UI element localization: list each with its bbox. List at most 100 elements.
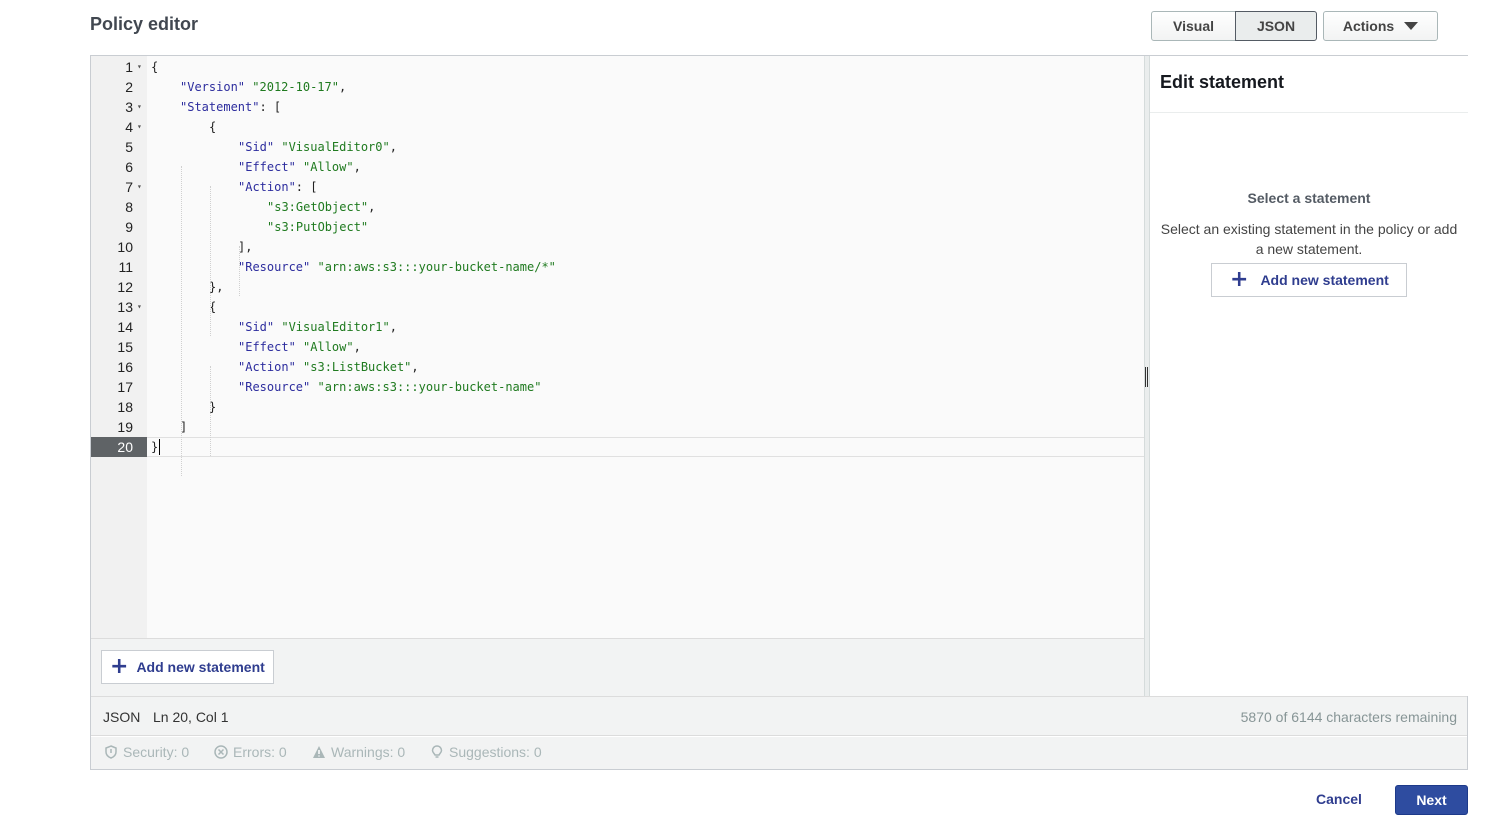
code-line[interactable]: 20} [91,437,1144,457]
json-key: "Sid" [238,140,275,154]
edit-statement-panel: Edit statement Select a statement Select… [1150,56,1468,696]
error-icon [214,745,228,759]
code-punctuation: : [ [259,100,282,114]
code-line[interactable]: 17 "Resource" "arn:aws:s3:::your-bucket-n… [91,377,1144,397]
line-number: 18 [117,399,133,415]
line-number: 5 [125,139,133,155]
code-text: { [151,57,158,77]
code-text: "s3:PutObject" [267,217,368,237]
line-number: 11 [118,259,133,275]
line-number: 2 [125,79,133,95]
code-line[interactable]: 15 "Effect" "Allow", [91,337,1144,357]
line-number: 6 [125,159,133,175]
code-line[interactable]: 19] [91,417,1144,437]
select-statement-heading: Select a statement [1247,190,1371,206]
code-line[interactable]: 4 ▾ { [91,117,1144,137]
line-number: 1 [125,59,133,75]
line-number: 12 [117,279,133,295]
line-number: 4 [125,119,133,135]
line-number: 19 [117,419,133,435]
code-punctuation: : [ [295,180,318,194]
plus-icon: + [1230,267,1249,292]
code-text: "Resource" "arn:aws:s3:::your-bucket-nam… [238,377,541,397]
code-line[interactable]: 13 ▾{ [91,297,1144,317]
warnings-count[interactable]: Warnings: 0 [312,744,405,760]
code-punctuation: , [338,80,347,94]
json-key: "Action" [238,180,296,194]
suggestions-count[interactable]: Suggestions: 0 [430,744,542,760]
code-line[interactable]: 14 "Sid" "VisualEditor1", [91,317,1144,337]
code-line[interactable]: 7 ▾ "Action": [ [91,177,1144,197]
side-add-new-statement-button[interactable]: + Add new statement [1211,263,1407,297]
code-line[interactable]: 16 "Action" "s3:ListBucket", [91,357,1144,377]
editor-bottom-bar: + Add new statement [91,639,1144,696]
active-line-highlight [147,437,1144,457]
add-new-statement-label: Add new statement [1260,272,1389,288]
json-string: "s3:PutObject" [267,220,369,234]
plus-icon: + [110,654,129,679]
json-string: "Allow" [303,340,354,354]
code-line[interactable]: 18} [91,397,1144,417]
code-line[interactable]: 11 "Resource" "arn:aws:s3:::your-bucket-n… [91,257,1144,277]
next-button[interactable]: Next [1395,785,1468,815]
json-key: "Effect" [238,160,296,174]
line-number: 16 [117,359,133,375]
indent-guide [210,366,211,456]
code-text: "Version" "2012-10-17", [180,77,346,97]
code-text: "Statement": [ [180,97,281,117]
fold-toggle-icon[interactable]: ▾ [137,57,142,77]
code-punctuation: , [353,340,361,354]
shield-icon [105,745,117,759]
select-statement-description: Select an existing statement in the poli… [1160,221,1458,257]
code-line[interactable]: 6 "Effect" "Allow", [91,157,1144,177]
line-number: 14 [117,319,133,335]
indent-guide [181,166,182,476]
code-line[interactable]: 5 "Sid" "VisualEditor0", [91,137,1144,157]
code-line[interactable]: 2 "Version" "2012-10-17", [91,77,1144,97]
code-text: "Sid" "VisualEditor1", [238,317,397,337]
status-characters-remaining: 5870 of 6144 characters remaining [1240,709,1457,725]
add-new-statement-button[interactable]: + Add new statement [101,650,274,684]
code-text: "Action" "s3:ListBucket", [238,357,419,377]
code-punctuation [296,160,303,174]
json-tab-button[interactable]: JSON [1235,11,1317,41]
actions-label: Actions [1342,18,1395,34]
fold-toggle-icon[interactable]: ▾ [137,297,142,317]
drag-handle-icon[interactable] [1145,367,1148,387]
code-line[interactable]: 1 ▾ { [91,57,1144,77]
json-key: "Statement" [180,100,260,114]
line-number: 3 [125,99,133,115]
code-punctuation: ], [238,240,253,254]
fold-toggle-icon[interactable]: ▾ [137,117,142,137]
code-line[interactable]: 9 "s3:PutObject" [91,217,1144,237]
code-text: "Effect" "Allow", [238,337,361,357]
actions-dropdown-button[interactable]: Actions [1323,11,1438,41]
warning-icon [313,746,325,758]
json-key: "Version" [180,80,246,94]
code-punctuation: , [368,200,376,214]
fold-toggle-icon[interactable]: ▾ [137,177,142,197]
cancel-button[interactable]: Cancel [1316,791,1362,807]
security-count[interactable]: Security: 0 [104,744,189,760]
code-text: } [151,437,158,457]
warnings-label: Warnings: 0 [331,744,406,760]
json-string: "2012-10-17" [252,80,339,94]
json-string: "arn:aws:s3:::your-bucket-name" [317,380,542,394]
code-line[interactable]: 12}, [91,277,1144,297]
errors-count[interactable]: Errors: 0 [214,744,287,760]
code-punctuation: , [411,360,419,374]
code-punctuation: { [209,120,217,134]
fold-toggle-icon[interactable]: ▾ [137,97,142,117]
code-punctuation [296,360,303,374]
visual-tab-button[interactable]: Visual [1151,11,1236,41]
json-code-editor[interactable]: 1 ▾{2 "Version" "2012-10-17", 3 ▾ "Statement"… [91,56,1144,639]
code-line[interactable]: 3 ▾ "Statement": [ [91,97,1144,117]
code-line[interactable]: 8 "s3:GetObject", [91,197,1144,217]
json-key: "Resource" [238,380,311,394]
policy-editor: 1 ▾{2 "Version" "2012-10-17", 3 ▾ "Statement"… [90,55,1468,770]
text-cursor [159,439,160,455]
line-number: 13 [117,299,133,315]
code-text: "Resource" "arn:aws:s3:::your-bucket-nam… [238,257,556,277]
code-line[interactable]: 10], [91,237,1144,257]
edit-statement-title: Edit statement [1160,72,1285,92]
